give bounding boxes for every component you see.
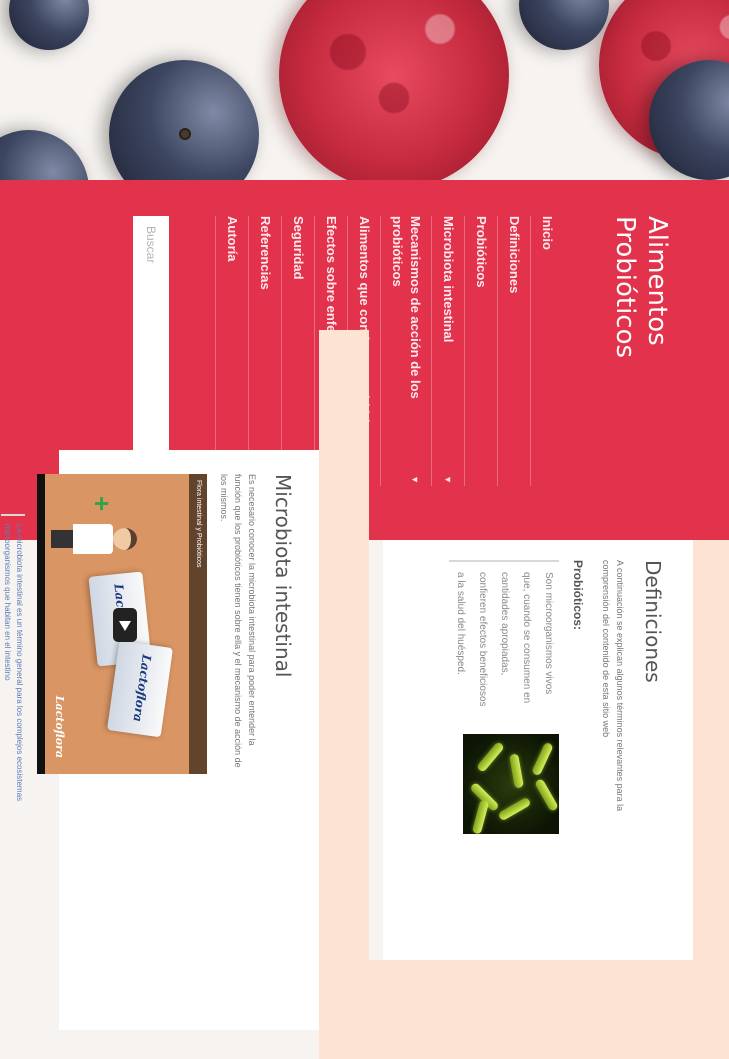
page: Alimentos Probióticos Inicio Definicione… xyxy=(0,0,729,1059)
nav-item-label: Seguridad xyxy=(291,216,306,280)
nav-item-seguridad[interactable]: Seguridad xyxy=(281,216,314,486)
blueberry-image xyxy=(9,0,89,50)
peach-side-band xyxy=(369,960,693,1059)
bacteria-rod xyxy=(509,753,524,789)
doctor-legs xyxy=(51,530,73,548)
nav-item-autoria[interactable]: Autoría xyxy=(215,216,248,486)
nav-item-label: Mecanismos de acción de los probióticos xyxy=(390,216,423,399)
video-brand-logo: Lactoflora xyxy=(53,695,66,758)
microbiota-definition-quote: La microbiota intestinal es un término g… xyxy=(1,514,25,814)
blueberry-image xyxy=(519,0,609,50)
nav-item-label: Autoría xyxy=(225,216,240,262)
nav-item-label: Definiciones xyxy=(507,216,522,294)
nav-item-definiciones[interactable]: Definiciones xyxy=(497,216,530,486)
chevron-down-icon[interactable]: ▼ xyxy=(406,475,424,484)
microbiota-intro: Es necesario conocer la microbiota intes… xyxy=(219,474,257,768)
raspberry-image xyxy=(279,0,509,190)
nav-item-label: Probióticos xyxy=(474,216,489,288)
doctor-illustration xyxy=(51,522,137,556)
screenshot-stage: Alimentos Probióticos Inicio Definicione… xyxy=(0,0,729,1059)
product-box-brand: Lactoflora xyxy=(130,653,154,723)
product-box: Lactoflora xyxy=(107,640,173,738)
bacteria-rod xyxy=(471,799,490,834)
play-button[interactable] xyxy=(113,608,137,642)
search-input[interactable] xyxy=(133,216,169,486)
site-title[interactable]: Alimentos Probióticos xyxy=(609,216,673,436)
video-control-bar[interactable] xyxy=(37,474,45,774)
bacteria-rod xyxy=(497,796,532,822)
nav-item-probioticos[interactable]: Probióticos xyxy=(464,216,497,486)
nav-item-label: Referencias xyxy=(258,216,273,290)
chevron-down-icon[interactable]: ▼ xyxy=(439,475,457,484)
doctor-head xyxy=(113,528,137,550)
probioticos-definition-quote: Son microorganismos vivos que, cuando se… xyxy=(449,560,559,710)
nav-item-label: Inicio xyxy=(540,216,555,250)
probioticos-subtitle: Probióticos: xyxy=(571,560,585,631)
video-player[interactable]: Flora intestinal y Probióticos + Lactofl… xyxy=(37,474,207,774)
bacteria-image xyxy=(463,734,559,834)
nav-item-label: Microbiota intestinal xyxy=(441,216,456,343)
nav-item-referencias[interactable]: Referencias▼ xyxy=(248,216,281,486)
probioticos-row: Son microorganismos vivos que, cuando se… xyxy=(449,560,559,936)
nav-item-microbiota-intestinal[interactable]: Microbiota intestinal ▼ xyxy=(431,216,464,486)
video-title[interactable]: Flora intestinal y Probióticos xyxy=(189,474,207,774)
peach-header-band xyxy=(693,540,729,1059)
peach-header-band xyxy=(319,330,369,1059)
bacteria-rod xyxy=(476,741,505,773)
main-navigation: Inicio Definiciones Probióticos Microbio… xyxy=(215,216,563,486)
definiciones-card: Definiciones A continuación se explican … xyxy=(383,540,693,960)
blueberry-crown xyxy=(179,128,191,140)
nav-item-mecanismos[interactable]: Mecanismos de acción de los probióticos ▼ xyxy=(380,216,431,486)
definiciones-title: Definiciones xyxy=(641,560,665,683)
microbiota-title: Microbiota intestinal xyxy=(271,474,295,678)
microbiota-card: Microbiota intestinal Es necesario conoc… xyxy=(1,450,319,1030)
bacteria-rod xyxy=(534,778,559,812)
doctor-coat xyxy=(73,524,113,554)
definiciones-intro: A continuación se explican algunos térmi… xyxy=(601,560,625,812)
nav-item-inicio[interactable]: Inicio xyxy=(530,216,563,486)
bacteria-rod xyxy=(531,741,554,777)
pharmacy-cross-icon: + xyxy=(87,496,117,512)
